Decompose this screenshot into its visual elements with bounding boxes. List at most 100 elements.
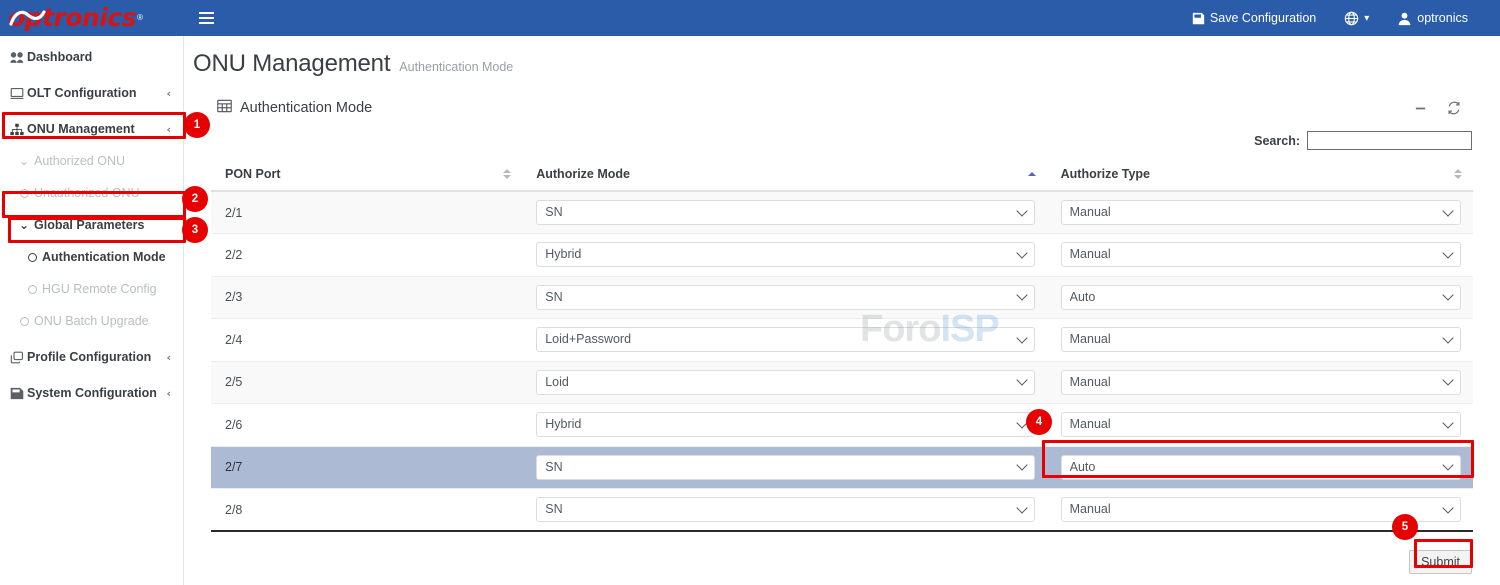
chevron-left-icon: ‹ xyxy=(166,86,171,100)
authorize-type-select[interactable]: ManualAuto xyxy=(1060,242,1461,268)
cell-authorize-type: ManualAuto xyxy=(1046,276,1473,319)
sidebar-nav: Dashboard OLT Configuration ‹ ONU Manage… xyxy=(0,36,184,585)
cell-authorize-type: ManualAuto xyxy=(1046,446,1473,489)
card-title-group: Authentication Mode xyxy=(217,99,372,117)
column-header-label: Authorize Type xyxy=(1060,167,1150,181)
sidebar-item-onu-batch-upgrade[interactable]: ONU Batch Upgrade xyxy=(0,309,183,333)
sidebar-item-global-parameters[interactable]: ⌄ Global Parameters xyxy=(0,213,183,237)
sidebar-item-label: Authorized ONU xyxy=(34,154,126,168)
table-icon xyxy=(217,99,232,117)
sidebar-item-label: Unauthorized ONU xyxy=(34,186,140,200)
column-header-label: PON Port xyxy=(225,167,281,181)
table-row[interactable]: 2/8 SNLoidLoid+PasswordHybrid ManualAuto xyxy=(211,488,1473,532)
column-header-authorize-mode[interactable]: Authorize Mode xyxy=(522,158,1047,192)
authorize-type-select[interactable]: ManualAuto xyxy=(1060,327,1461,353)
sidebar-item-unauthorized-onu[interactable]: Unauthorized ONU xyxy=(0,181,183,205)
sidebar-item-olt-configuration[interactable]: OLT Configuration ‹ xyxy=(0,81,183,105)
cell-authorize-type: ManualAuto xyxy=(1046,488,1473,532)
sidebar-item-system-configuration[interactable]: System Configuration ‹ xyxy=(0,381,183,405)
save-icon xyxy=(10,387,27,400)
table-row[interactable]: 2/2 SNLoidLoid+PasswordHybrid ManualAuto xyxy=(211,233,1473,277)
table-row[interactable]: 2/5 SNLoidLoid+PasswordHybrid ManualAuto xyxy=(211,361,1473,404)
save-configuration-label: Save Configuration xyxy=(1209,11,1317,25)
sidebar-item-dashboard[interactable]: Dashboard xyxy=(0,45,183,69)
table-row[interactable]: 2/1 SNLoidLoid+PasswordHybrid ManualAuto xyxy=(211,191,1473,234)
authorize-mode-select[interactable]: SNLoidLoid+PasswordHybrid xyxy=(536,327,1035,353)
sidebar-item-profile-configuration[interactable]: Profile Configuration ‹ xyxy=(0,345,183,369)
column-header-pon-port[interactable]: PON Port xyxy=(211,158,523,192)
column-header-authorize-type[interactable]: Authorize Type xyxy=(1046,158,1473,192)
authorize-mode-select[interactable]: SNLoidLoid+PasswordHybrid xyxy=(536,242,1035,268)
brand-logo[interactable]: optronics® xyxy=(0,0,184,36)
chevron-down-icon: ⌄ xyxy=(18,154,30,168)
cell-pon-port: 2/7 xyxy=(211,446,523,489)
authorize-mode-select[interactable]: SNLoidLoid+PasswordHybrid xyxy=(536,412,1035,438)
submit-button[interactable]: Submit xyxy=(1409,550,1472,574)
authorize-mode-select[interactable]: SNLoidLoid+PasswordHybrid xyxy=(536,284,1035,310)
sidebar-item-label: ONU Batch Upgrade xyxy=(34,314,149,328)
circle-icon xyxy=(14,316,34,326)
authorize-type-select[interactable]: ManualAuto xyxy=(1060,200,1461,225)
authorize-type-select[interactable]: ManualAuto xyxy=(1060,497,1461,522)
table-row[interactable]: 2/7 SNLoidLoid+PasswordHybrid ManualAuto xyxy=(211,446,1473,489)
cell-authorize-type: ManualAuto xyxy=(1046,233,1473,277)
sidebar-item-onu-management[interactable]: ONU Management ‹ xyxy=(0,117,183,141)
sidebar-item-hgu-remote-config[interactable]: HGU Remote Config xyxy=(0,277,183,301)
hamburger-icon[interactable] xyxy=(194,6,218,30)
authorize-mode-wrapper: SNLoidLoid+PasswordHybrid xyxy=(536,369,1035,395)
authorize-type-select[interactable]: ManualAuto xyxy=(1060,284,1461,310)
authorize-mode-select[interactable]: SNLoidLoid+PasswordHybrid xyxy=(536,200,1035,225)
chevron-down-icon: ▾ xyxy=(1364,12,1370,24)
search-row: Search: xyxy=(211,131,1473,150)
user-menu[interactable]: optronics xyxy=(1383,0,1482,36)
authorize-mode-wrapper: SNLoidLoid+PasswordHybrid xyxy=(536,242,1035,268)
card-tools xyxy=(1414,101,1471,115)
dashboard-icon xyxy=(10,51,27,64)
user-name-label: optronics xyxy=(1417,11,1468,25)
authorize-mode-wrapper: SNLoidLoid+PasswordHybrid xyxy=(536,412,1035,438)
sidebar-item-label: Global Parameters xyxy=(34,218,145,232)
cell-authorize-mode: SNLoidLoid+PasswordHybrid xyxy=(522,276,1047,319)
table-row[interactable]: 2/3 SNLoidLoid+PasswordHybrid ManualAuto xyxy=(211,276,1473,319)
authorize-type-select[interactable]: ManualAuto xyxy=(1060,369,1461,395)
column-header-label: Authorize Mode xyxy=(536,167,630,181)
table-row[interactable]: 2/6 SNLoidLoid+PasswordHybrid ManualAuto xyxy=(211,403,1473,447)
sitemap-icon xyxy=(10,123,27,136)
save-configuration-button[interactable]: Save Configuration xyxy=(1178,0,1330,36)
cell-authorize-type: ManualAuto xyxy=(1046,191,1473,234)
refresh-icon[interactable] xyxy=(1447,101,1461,115)
authorize-type-wrapper: ManualAuto xyxy=(1060,200,1461,225)
sidebar-item-authorized-onu[interactable]: ⌄ Authorized ONU xyxy=(0,149,183,173)
page-header: ONU Management Authentication Mode xyxy=(184,36,1500,78)
sort-indicator-active-asc xyxy=(1027,172,1036,176)
circle-icon xyxy=(14,188,34,198)
cell-authorize-mode: SNLoidLoid+PasswordHybrid xyxy=(522,488,1047,532)
table-row[interactable]: 2/4 SNLoidLoid+PasswordHybrid ManualAuto xyxy=(211,318,1473,362)
language-selector[interactable]: ▾ xyxy=(1330,0,1383,36)
table-body: 2/1SNLoidLoid+PasswordHybridManualAuto2/… xyxy=(211,191,1473,532)
cell-pon-port: 2/3 xyxy=(211,276,523,319)
authorize-type-wrapper: ManualAuto xyxy=(1060,369,1461,395)
chevron-left-icon: ‹ xyxy=(166,350,171,364)
globe-icon xyxy=(1344,11,1359,26)
cell-pon-port: 2/2 xyxy=(211,233,523,277)
authorize-mode-select[interactable]: SNLoidLoid+PasswordHybrid xyxy=(536,454,1035,480)
minimize-icon[interactable] xyxy=(1414,102,1427,115)
authorize-mode-select[interactable]: SNLoidLoid+PasswordHybrid xyxy=(536,497,1035,522)
page-title: ONU Management xyxy=(193,50,391,77)
table-header: PON Port Authorize Mode Authorize Type xyxy=(211,158,1473,192)
circle-icon xyxy=(22,284,42,294)
top-bar-actions: Save Configuration ▾ optronics xyxy=(1178,0,1500,36)
authorize-type-wrapper: ManualAuto xyxy=(1060,412,1461,438)
sidebar-item-label: System Configuration xyxy=(27,386,157,400)
search-input[interactable] xyxy=(1307,131,1472,150)
sidebar-item-authentication-mode[interactable]: Authentication Mode xyxy=(0,245,183,269)
layers-icon xyxy=(10,351,27,364)
sidebar-item-label: OLT Configuration xyxy=(27,86,137,100)
authorize-mode-wrapper: SNLoidLoid+PasswordHybrid xyxy=(536,284,1035,310)
authorize-mode-select[interactable]: SNLoidLoid+PasswordHybrid xyxy=(536,369,1035,395)
search-label: Search: xyxy=(1254,133,1300,148)
chevron-left-icon: ‹ xyxy=(166,122,171,136)
authorize-type-select[interactable]: ManualAuto xyxy=(1060,412,1461,438)
authorize-type-select[interactable]: ManualAuto xyxy=(1060,454,1461,480)
